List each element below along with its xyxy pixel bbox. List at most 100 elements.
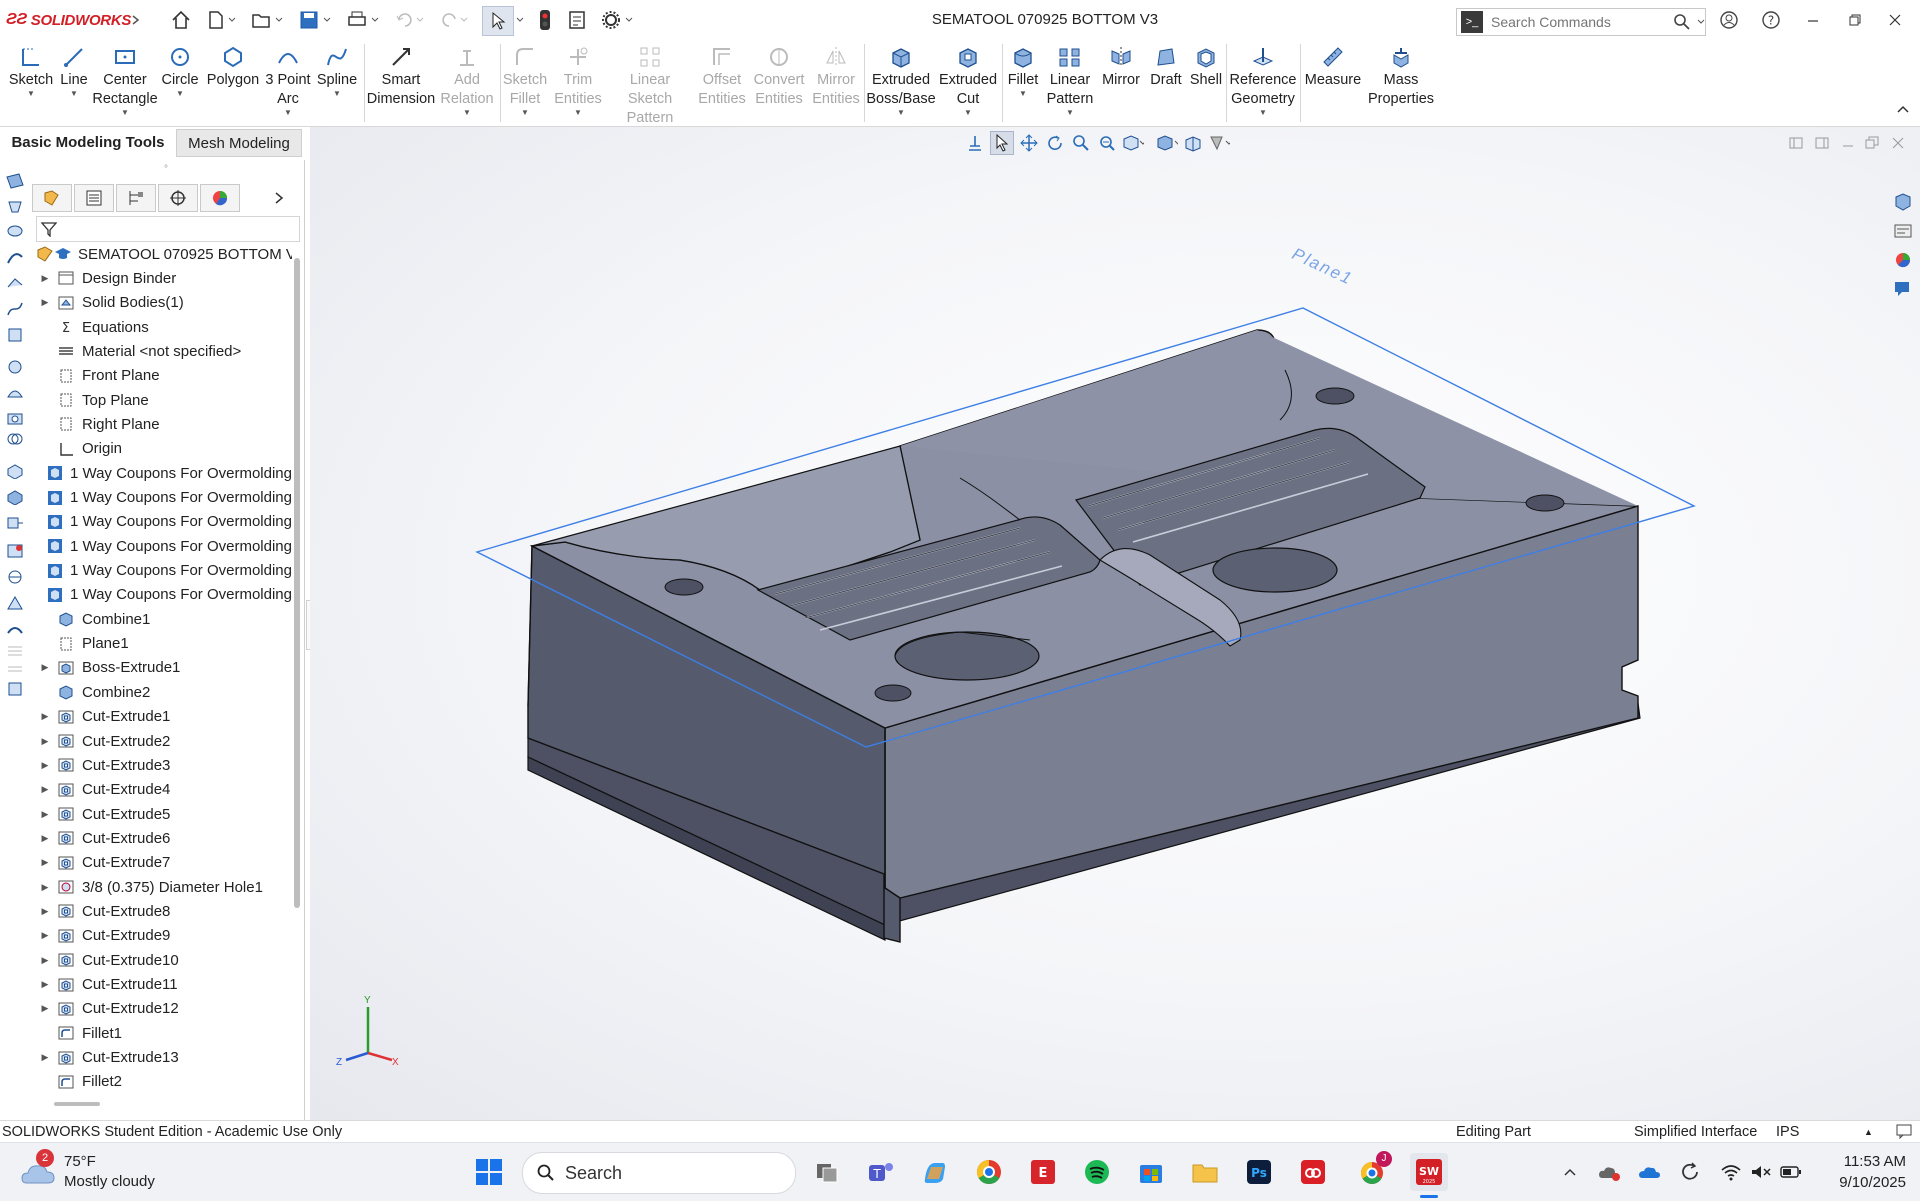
tree-node[interactable]: ▶ Cut-Extrude5	[30, 802, 292, 826]
move-copy-body-icon[interactable]	[5, 514, 25, 532]
expand-arrow-icon[interactable]: ▶	[38, 1003, 52, 1014]
tree-node[interactable]: Top Plane	[30, 388, 292, 412]
fillet-dropdown-arrow-icon[interactable]: ▼	[1019, 90, 1027, 98]
tree-root[interactable]: SEMATOOL 070925 BOTTOM V3	[30, 242, 292, 266]
tree-node[interactable]: ▶ Cut-Extrude10	[30, 948, 292, 972]
open-folder-icon[interactable]	[248, 8, 288, 32]
tree-node[interactable]: ▶ Cut-Extrude13	[30, 1046, 292, 1070]
search-icon[interactable]	[1673, 13, 1691, 31]
convert-entities-button[interactable]: Convert Entities	[752, 44, 806, 109]
cut-icon[interactable]	[5, 462, 25, 480]
tree-node[interactable]: Combine2	[30, 680, 292, 704]
extruded-boss-dropdown-arrow-icon[interactable]: ▼	[897, 109, 905, 117]
hole-wizard-icon[interactable]	[5, 410, 25, 428]
taskbar-search[interactable]: Search	[522, 1152, 796, 1194]
close-icon[interactable]	[1880, 6, 1910, 34]
status-units-text[interactable]: IPS	[1776, 1124, 1799, 1140]
circle-dropdown-arrow-icon[interactable]: ▼	[176, 90, 184, 98]
rebuild-traffic-light-icon[interactable]	[532, 8, 558, 32]
reference-geometry-dropdown-arrow-icon[interactable]: ▼	[1259, 109, 1267, 117]
espn-icon[interactable]: E	[1024, 1153, 1062, 1191]
sketch-button[interactable]: Sketch ▼	[8, 44, 54, 98]
extruded-cut-button[interactable]: Extruded Cut ▼	[936, 44, 1000, 117]
sketch-fillet-button[interactable]: Sketch Fillet ▼	[502, 44, 548, 117]
expand-arrow-icon[interactable]: ▶	[38, 906, 52, 917]
undo-icon[interactable]	[392, 8, 428, 32]
mirror-button[interactable]: Mirror	[1098, 44, 1144, 90]
expand-arrow-icon[interactable]: ▶	[38, 736, 52, 747]
expand-arrow-icon[interactable]: ▶	[38, 784, 52, 795]
tree-node[interactable]: ▶ Cut-Extrude12	[30, 997, 292, 1021]
select-dropdown-arrow-icon[interactable]	[514, 8, 526, 32]
tree-node[interactable]: ▶ Cut-Extrude7	[30, 851, 292, 875]
mass-properties-button[interactable]: Mass Properties	[1366, 44, 1436, 109]
options-gear-icon[interactable]	[598, 8, 638, 32]
solidworks-taskbar-icon[interactable]: SW 2025	[1410, 1153, 1448, 1191]
trim-entities-button[interactable]: Trim Entities ▼	[552, 44, 604, 117]
tree-node[interactable]: Origin	[30, 437, 292, 461]
extruded-boss-base-button[interactable]: Extruded Boss/Base ▼	[866, 44, 936, 117]
wifi-icon[interactable]	[1718, 1153, 1744, 1191]
expand-arrow-icon[interactable]: ▶	[38, 760, 52, 771]
save-icon[interactable]	[296, 8, 336, 32]
expand-arrow-icon[interactable]: ▶	[38, 979, 52, 990]
tree-node[interactable]: ▶ Cut-Extrude8	[30, 899, 292, 923]
expand-arrow-icon[interactable]: ▶	[38, 662, 52, 673]
tree-vertical-scrollbar[interactable]	[294, 258, 300, 908]
loft-icon[interactable]	[5, 198, 25, 216]
trim-entities-dropdown-arrow-icon[interactable]: ▼	[574, 109, 582, 117]
search-dropdown-arrow-icon[interactable]	[1697, 18, 1705, 26]
wrap-icon[interactable]	[5, 358, 25, 376]
extruded-cut-dropdown-arrow-icon[interactable]: ▼	[964, 109, 972, 117]
sweep-icon[interactable]	[5, 248, 25, 266]
tree-node[interactable]: Front Plane	[30, 364, 292, 388]
dome-icon[interactable]	[5, 384, 25, 402]
select-arrow-icon[interactable]	[482, 6, 514, 36]
tree-node[interactable]: ▶ 3/8 (0.375) Diameter Hole1	[30, 875, 292, 899]
collapse-ribbon-chevron-icon[interactable]	[1896, 104, 1910, 114]
scale-icon[interactable]	[5, 594, 25, 612]
forum-chat-icon[interactable]	[1890, 276, 1916, 302]
sketch-fillet-dropdown-arrow-icon[interactable]: ▼	[521, 109, 529, 117]
view-orientation-cube-icon[interactable]	[1122, 132, 1144, 154]
feature-manager-tree-tab-icon[interactable]	[32, 184, 72, 212]
tree-node[interactable]: ▶ Cut-Extrude2	[30, 729, 292, 753]
file-explorer-icon[interactable]	[1186, 1153, 1224, 1191]
sync-icon[interactable]	[1676, 1153, 1704, 1191]
tree-node[interactable]: 1 Way Coupons For Overmolding	[30, 559, 292, 583]
intersect-icon[interactable]	[5, 430, 25, 448]
expand-arrow-icon[interactable]: ▶	[38, 833, 52, 844]
tree-node[interactable]: ▶ Cut-Extrude4	[30, 778, 292, 802]
expand-arrow-icon[interactable]: ▶	[38, 955, 52, 966]
expand-arrow-icon[interactable]: ▶	[38, 809, 52, 820]
tree-node[interactable]: 1 Way Coupons For Overmolding	[30, 486, 292, 510]
configuration-manager-tab-icon[interactable]	[116, 184, 156, 212]
viewport-restore-icon[interactable]	[1862, 134, 1882, 152]
three-point-arc-dropdown-arrow-icon[interactable]: ▼	[284, 109, 292, 117]
help-icon[interactable]: ?	[1756, 6, 1786, 34]
dimxpert-manager-tab-icon[interactable]	[158, 184, 198, 212]
view-orientation-icon[interactable]	[5, 568, 25, 586]
reference-geometry-button[interactable]: Reference Geometry ▼	[1228, 44, 1298, 117]
center-rectangle-dropdown-arrow-icon[interactable]: ▼	[121, 109, 129, 117]
tooltip-chat-icon[interactable]	[1896, 1123, 1914, 1139]
tree-node[interactable]: Fillet2	[30, 1070, 292, 1092]
tree-node[interactable]: ▶ Boss-Extrude1	[30, 656, 292, 680]
disabled-tool-icon[interactable]	[5, 662, 25, 680]
expand-arrow-icon[interactable]: ▶	[38, 930, 52, 941]
sketch-dropdown-arrow-icon[interactable]: ▼	[27, 90, 35, 98]
property-manager-tab-icon[interactable]	[74, 184, 114, 212]
creative-cloud-icon[interactable]	[1294, 1153, 1332, 1191]
curves-icon[interactable]	[5, 300, 25, 318]
boundary-icon[interactable]	[5, 274, 25, 292]
viewport-tile-left-icon[interactable]	[1786, 134, 1806, 152]
microsoft-store-icon[interactable]	[1132, 1153, 1170, 1191]
print-icon[interactable]	[344, 8, 384, 32]
cloud-sync-error-icon[interactable]	[1596, 1153, 1624, 1191]
draft-button[interactable]: Draft	[1146, 44, 1186, 90]
expand-arrow-icon[interactable]: ▶	[38, 297, 52, 308]
system-clock[interactable]: 11:53 AM 9/10/2025	[1806, 1151, 1906, 1193]
tree-node[interactable]: Combine1	[30, 607, 292, 631]
tree-node[interactable]: ▶ Design Binder	[30, 266, 292, 290]
appearances-scenes-icon[interactable]	[1890, 247, 1916, 273]
